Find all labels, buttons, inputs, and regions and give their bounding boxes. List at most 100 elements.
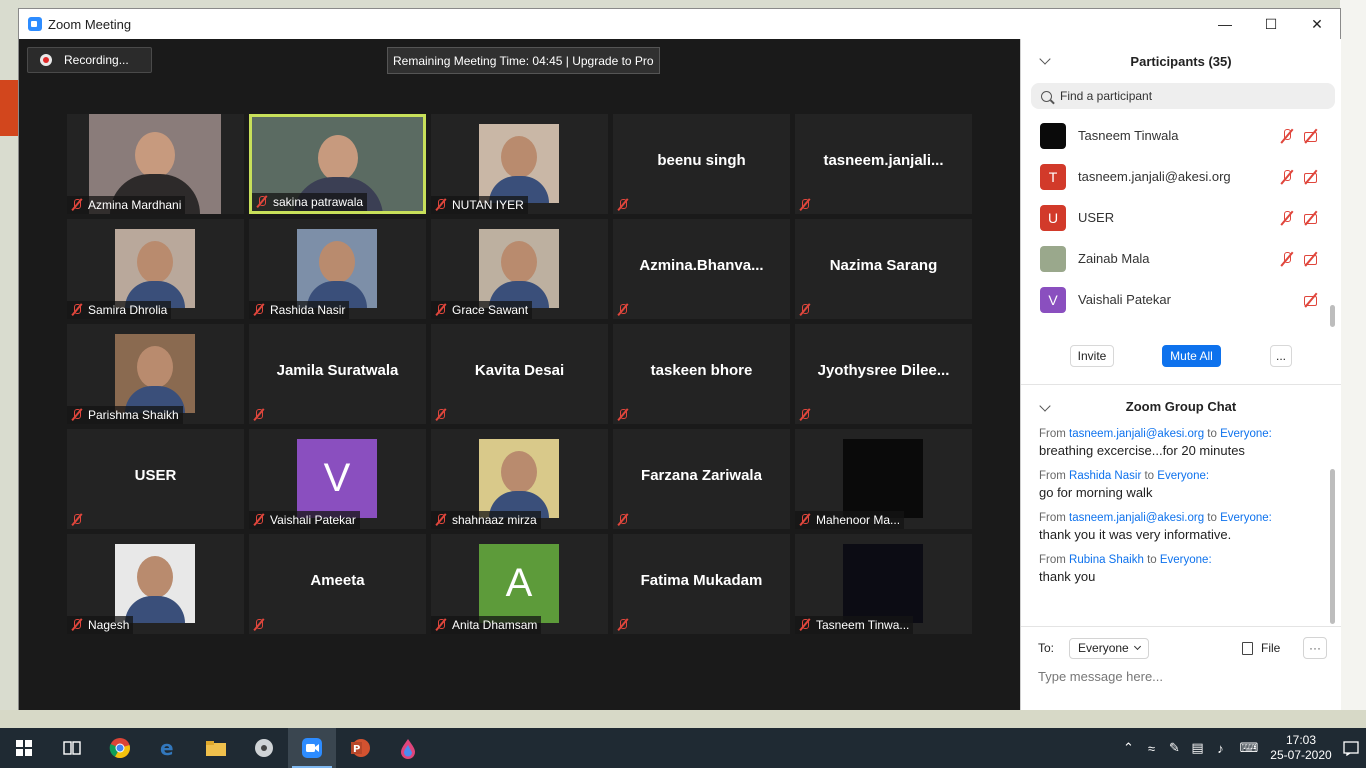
invite-button[interactable]: Invite xyxy=(1070,345,1114,367)
video-tile[interactable]: beenu singh xyxy=(613,114,790,214)
mic-muted-icon xyxy=(616,198,630,212)
video-tile[interactable]: tasneem.janjali... xyxy=(795,114,972,214)
notification-button[interactable] xyxy=(1336,728,1366,768)
sender-name[interactable]: Rashida Nasir xyxy=(1069,470,1141,482)
chrome-taskbar-button[interactable] xyxy=(96,728,144,768)
video-tile[interactable]: USER xyxy=(67,429,244,529)
video-tile[interactable]: sakina patrawala xyxy=(249,114,426,214)
minimize-button[interactable]: — xyxy=(1202,9,1248,39)
chevron-up-icon[interactable]: ⌃ xyxy=(1117,740,1140,756)
close-button[interactable]: ✕ xyxy=(1294,9,1340,39)
video-tile[interactable]: Nazima Sarang xyxy=(795,219,972,319)
avatar xyxy=(1040,245,1066,272)
recipient-name[interactable]: Everyone: xyxy=(1160,554,1212,566)
zoom-icon xyxy=(302,738,322,758)
participant-search[interactable]: Find a participant xyxy=(1031,83,1335,109)
participant-row[interactable]: Ttasneem.janjali@akesi.org xyxy=(1021,156,1341,197)
powerpoint-taskbar-button[interactable]: P xyxy=(336,728,384,768)
participant-row[interactable]: U USER xyxy=(1021,197,1341,238)
video-tile[interactable]: Mahenoor Ma... xyxy=(795,429,972,529)
recipient-value: Everyone xyxy=(1078,641,1129,655)
task-view-button[interactable] xyxy=(48,728,96,768)
participant-row[interactable]: Zainab Mala xyxy=(1021,238,1341,279)
participant-scrollbar[interactable] xyxy=(1330,127,1335,327)
video-gallery-area: Recording... Remaining Meeting Time: 04:… xyxy=(19,39,1020,710)
chat-more-button[interactable]: ··· xyxy=(1303,637,1327,659)
recording-badge[interactable]: Recording... xyxy=(27,47,152,73)
to-word: to xyxy=(1207,428,1217,440)
participants-more-button[interactable]: ... xyxy=(1270,345,1292,367)
wifi-icon[interactable]: ≈ xyxy=(1140,741,1163,756)
participant-row[interactable]: Tasneem Tinwala xyxy=(1021,115,1341,156)
chat-message: From tasneem.janjali@akesi.org to Everyo… xyxy=(1039,428,1323,458)
video-tile[interactable]: Nagesh xyxy=(67,534,244,634)
video-tile[interactable]: Ameeta xyxy=(249,534,426,634)
recipient-name[interactable]: Everyone: xyxy=(1220,512,1272,524)
mic-muted-icon xyxy=(434,408,448,422)
video-tile[interactable]: Jyothysree Dilee... xyxy=(795,324,972,424)
sender-name[interactable]: tasneem.janjali@akesi.org xyxy=(1069,512,1204,524)
taskbar-clock[interactable]: 17:03 25-07-2020 xyxy=(1266,733,1336,763)
participant-name: USER xyxy=(1078,210,1115,225)
video-tile[interactable]: Tasneem Tinwa... xyxy=(795,534,972,634)
participant-row[interactable]: V Vaishali Patekar xyxy=(1021,279,1341,320)
chat-message-meta: From Rubina Shaikh to Everyone: xyxy=(1039,554,1323,566)
file-icon xyxy=(1242,641,1253,655)
start-button[interactable] xyxy=(0,728,48,768)
video-tile[interactable]: Samira Dhrolia xyxy=(67,219,244,319)
desktop-background-bottom xyxy=(0,710,1366,728)
to-word: to xyxy=(1147,554,1157,566)
video-tile[interactable]: Fatima Mukadam xyxy=(613,534,790,634)
participant-list: Tasneem Tinwala Ttasneem.janjali@akesi.or… xyxy=(1021,115,1341,320)
participant-name: Farzana Zariwala xyxy=(641,467,762,484)
maximize-button[interactable]: ☐ xyxy=(1248,9,1294,39)
network-icon[interactable]: ▤ xyxy=(1186,740,1209,756)
pen-icon[interactable]: ✎ xyxy=(1163,740,1186,756)
chat-message-input[interactable] xyxy=(1038,669,1318,684)
zoom-taskbar-button[interactable] xyxy=(288,728,336,768)
paint-app-taskbar-button[interactable] xyxy=(384,728,432,768)
file-explorer-taskbar-button[interactable] xyxy=(192,728,240,768)
file-button[interactable]: File xyxy=(1242,641,1280,655)
participants-title: Participants (35) xyxy=(1130,53,1232,69)
video-tile[interactable]: Jamila Suratwala xyxy=(249,324,426,424)
edge-taskbar-button[interactable]: e xyxy=(144,728,192,768)
recipient-name[interactable]: Everyone: xyxy=(1220,428,1272,440)
mic-muted-icon xyxy=(70,513,84,527)
video-tile[interactable]: Rashida Nasir xyxy=(249,219,426,319)
profile-photo xyxy=(479,124,559,203)
avatar: T xyxy=(1040,163,1066,190)
video-tile[interactable]: Azmina.Bhanva... xyxy=(613,219,790,319)
video-tile[interactable]: NUTAN IYER xyxy=(431,114,608,214)
video-tile[interactable]: shahnaaz mirza xyxy=(431,429,608,529)
video-off-icon xyxy=(1303,169,1319,185)
collapse-chevron-icon[interactable] xyxy=(1039,400,1051,412)
recipient-select[interactable]: Everyone xyxy=(1069,637,1149,659)
video-tile[interactable]: Azmina Mardhani xyxy=(67,114,244,214)
video-tile[interactable]: V Vaishali Patekar xyxy=(249,429,426,529)
chat-message: From Rashida Nasir to Everyone: go for mo… xyxy=(1039,470,1323,500)
video-tile[interactable]: Grace Sawant xyxy=(431,219,608,319)
recipient-name[interactable]: Everyone: xyxy=(1157,470,1209,482)
mic-muted-icon xyxy=(70,198,84,212)
sender-name[interactable]: Rubina Shaikh xyxy=(1069,554,1144,566)
volume-icon[interactable]: ♪ xyxy=(1209,741,1232,756)
media-app-taskbar-button[interactable] xyxy=(240,728,288,768)
video-tile[interactable]: Farzana Zariwala xyxy=(613,429,790,529)
chat-message-meta: From Rashida Nasir to Everyone: xyxy=(1039,470,1323,482)
mute-all-button[interactable]: Mute All xyxy=(1162,345,1221,367)
participant-label: Mahenoor Ma... xyxy=(816,513,901,527)
collapse-chevron-icon[interactable] xyxy=(1039,53,1051,65)
avatar-letter: V xyxy=(297,439,377,518)
video-tile[interactable]: Kavita Desai xyxy=(431,324,608,424)
chat-message-list: From tasneem.janjali@akesi.org to Everyo… xyxy=(1039,428,1323,596)
mic-muted-icon xyxy=(798,198,812,212)
chat-scrollbar[interactable] xyxy=(1330,429,1335,624)
meeting-timer-banner[interactable]: Remaining Meeting Time: 04:45 | Upgrade … xyxy=(387,47,660,74)
keyboard-icon[interactable]: ⌨ xyxy=(1232,740,1266,756)
video-tile[interactable]: Parishma Shaikh xyxy=(67,324,244,424)
video-tile[interactable]: taskeen bhore xyxy=(613,324,790,424)
sender-name[interactable]: tasneem.janjali@akesi.org xyxy=(1069,428,1204,440)
mic-muted-icon xyxy=(434,303,448,317)
video-tile[interactable]: A Anita Dhamsam xyxy=(431,534,608,634)
